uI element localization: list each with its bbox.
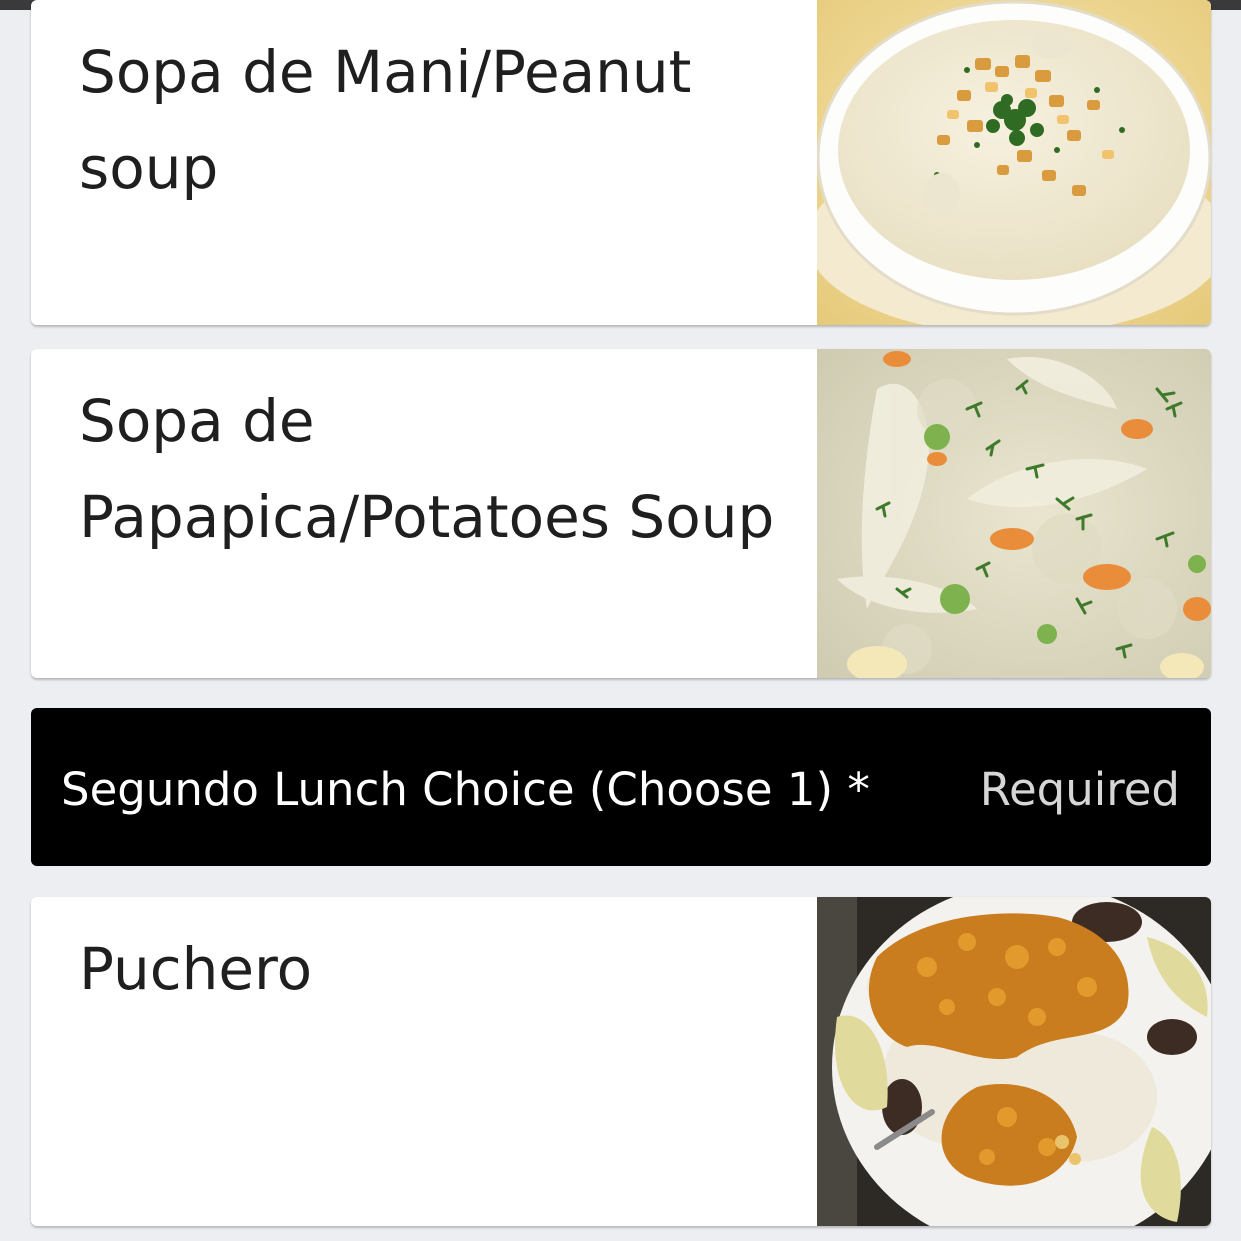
menu-item-name: Sopa de Mani/Peanut soup [79, 38, 692, 202]
menu-item-card[interactable]: Sopa de Papapica/Potatoes Soup [31, 349, 1211, 678]
potato-soup-photo [817, 349, 1211, 678]
peanut-soup-photo [817, 0, 1211, 325]
section-title: Segundo Lunch Choice (Choose 1) * [61, 763, 870, 816]
menu-item-card[interactable]: Sopa de Mani/Peanut soup [31, 0, 1211, 325]
required-badge: Required [979, 763, 1180, 816]
puchero-photo [817, 897, 1211, 1226]
menu-item-name: Sopa de Papapica/Potatoes Soup [79, 387, 775, 551]
menu-item-name: Puchero [79, 935, 313, 1003]
section-header: Segundo Lunch Choice (Choose 1) * Requir… [31, 708, 1211, 866]
menu-item-card[interactable]: Puchero [31, 897, 1211, 1226]
